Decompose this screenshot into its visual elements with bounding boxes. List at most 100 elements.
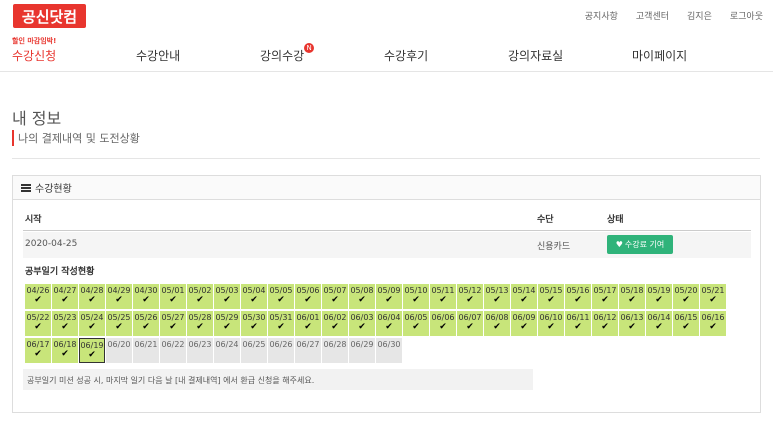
nav-item-enroll[interactable]: 수강신청 (12, 47, 56, 64)
calendar-day: 05/07 ✔ (322, 284, 348, 309)
calendar-day: 05/03 ✔ (214, 284, 240, 309)
calendar-day-label: 05/12 (458, 286, 482, 295)
calendar-day: 06/18 ✔ (52, 338, 78, 363)
table-divider (23, 230, 751, 231)
calendar-day-label: 06/30 (377, 340, 401, 349)
check-icon: ✔ (277, 322, 285, 332)
check-icon: ✔ (61, 322, 69, 332)
calendar-day: 06/09 ✔ (511, 311, 537, 336)
check-icon: ✔ (412, 295, 420, 305)
calendar-day: 05/26 ✔ (133, 311, 159, 336)
calendar-day-label: 05/31 (269, 313, 293, 322)
check-icon: ✔ (709, 322, 717, 332)
calendar-day: 05/16 ✔ (565, 284, 591, 309)
check-icon: ✔ (628, 295, 636, 305)
nav-item-reviews[interactable]: 수강후기 (384, 47, 428, 64)
calendar-day-label: 06/14 (647, 313, 671, 322)
calendar-day-label: 06/17 (26, 340, 50, 349)
calendar-day-label: 04/30 (134, 286, 158, 295)
nav-item-lectures[interactable]: 강의수강 N (260, 43, 315, 64)
calendar-day-label: 05/30 (242, 313, 266, 322)
enrollment-panel: 수강현황 시작 수단 상태 2020-04-25 신용카드 ♥ 수강료 기여 공… (12, 175, 761, 413)
check-icon: ✔ (439, 295, 447, 305)
check-icon: ✔ (277, 295, 285, 305)
check-icon: ✔ (331, 295, 339, 305)
calendar-day: 06/12 ✔ (592, 311, 618, 336)
check-icon: ✔ (61, 349, 69, 359)
main-nav: 할인 마감임박! 수강신청 수강안내 강의수강 N 수강후기 강의자료실 마이페… (0, 36, 773, 72)
calendar-day: 04/26 ✔ (25, 284, 51, 309)
check-icon: ✔ (493, 295, 501, 305)
calendar-day-label: 06/09 (512, 313, 536, 322)
calendar-day: 05/04 ✔ (241, 284, 267, 309)
calendar-day: 05/28 ✔ (187, 311, 213, 336)
calendar-day: 05/02 ✔ (187, 284, 213, 309)
calendar-day-label: 05/28 (188, 313, 212, 322)
calendar-day-label: 06/07 (458, 313, 482, 322)
check-icon: ✔ (223, 322, 231, 332)
user-name-link[interactable]: 김지은 (687, 9, 712, 22)
calendar-day: 05/15 ✔ (538, 284, 564, 309)
table-row: 2020-04-25 신용카드 ♥ 수강료 기여 (23, 232, 751, 258)
check-icon: ✔ (223, 295, 231, 305)
status-button[interactable]: ♥ 수강료 기여 (607, 235, 673, 254)
calendar-day-label: 05/09 (377, 286, 401, 295)
calendar-day-label: 06/18 (53, 340, 77, 349)
calendar-day-label: 05/07 (323, 286, 347, 295)
calendar-day: 06/30 (376, 338, 402, 363)
calendar-day-label: 06/23 (188, 340, 212, 349)
calendar-day: 05/21 ✔ (700, 284, 726, 309)
check-icon: ✔ (115, 322, 123, 332)
calendar-day: 06/25 (241, 338, 267, 363)
calendar-day-label: 05/15 (539, 286, 563, 295)
calendar-day: 05/31 ✔ (268, 311, 294, 336)
calendar-day-label: 04/29 (107, 286, 131, 295)
panel-header: 수강현황 (13, 176, 760, 200)
calendar-day: 06/26 (268, 338, 294, 363)
check-icon: ✔ (115, 295, 123, 305)
list-icon (21, 183, 31, 192)
status-button-label: 수강료 기여 (624, 240, 665, 249)
site-logo[interactable]: 공신닷컴 (13, 4, 86, 28)
check-icon: ✔ (574, 295, 582, 305)
calendar-day-label: 06/25 (242, 340, 266, 349)
calendar-day-label: 06/03 (350, 313, 374, 322)
check-icon: ✔ (493, 322, 501, 332)
calendar-day-label: 05/25 (107, 313, 131, 322)
notice-link[interactable]: 공지사항 (585, 9, 618, 22)
check-icon: ✔ (142, 295, 150, 305)
calendar-day: 06/05 ✔ (403, 311, 429, 336)
col-start: 시작 (25, 215, 42, 225)
calendar-day-label: 06/29 (350, 340, 374, 349)
support-link[interactable]: 고객센터 (636, 9, 669, 22)
nav-item-guide[interactable]: 수강안내 (136, 47, 180, 64)
calendar-day: 06/28 (322, 338, 348, 363)
calendar-day-label: 06/21 (134, 340, 158, 349)
check-icon: ✔ (655, 322, 663, 332)
calendar-day: 06/11 ✔ (565, 311, 591, 336)
check-icon: ✔ (682, 295, 690, 305)
calendar-day-label: 06/19 (80, 341, 104, 350)
check-icon: ✔ (547, 322, 555, 332)
page-subtitle: 나의 결제내역 및 도전상황 (12, 130, 140, 146)
calendar-day-label: 05/29 (215, 313, 239, 322)
top-bar: 공신닷컴 공지사항 고객센터 김지은 로그아웃 (0, 0, 773, 30)
check-icon: ✔ (304, 322, 312, 332)
calendar-day-label: 05/04 (242, 286, 266, 295)
calendar-day: 06/19 ✔ (79, 338, 105, 363)
calendar-day: 06/21 (133, 338, 159, 363)
calendar-day-label: 05/21 (701, 286, 725, 295)
calendar-day-label: 04/26 (26, 286, 50, 295)
check-icon: ✔ (547, 295, 555, 305)
check-icon: ✔ (412, 322, 420, 332)
nav-item-lectures-label: 강의수강 (260, 49, 305, 63)
check-icon: ✔ (169, 322, 177, 332)
check-icon: ✔ (196, 322, 204, 332)
check-icon: ✔ (34, 322, 42, 332)
nav-item-materials[interactable]: 강의자료실 (508, 47, 563, 64)
calendar-day-label: 06/10 (539, 313, 563, 322)
calendar-day-label: 06/12 (593, 313, 617, 322)
calendar-day: 06/29 (349, 338, 375, 363)
nav-item-mypage[interactable]: 마이페이지 (632, 47, 687, 64)
logout-link[interactable]: 로그아웃 (730, 9, 763, 22)
